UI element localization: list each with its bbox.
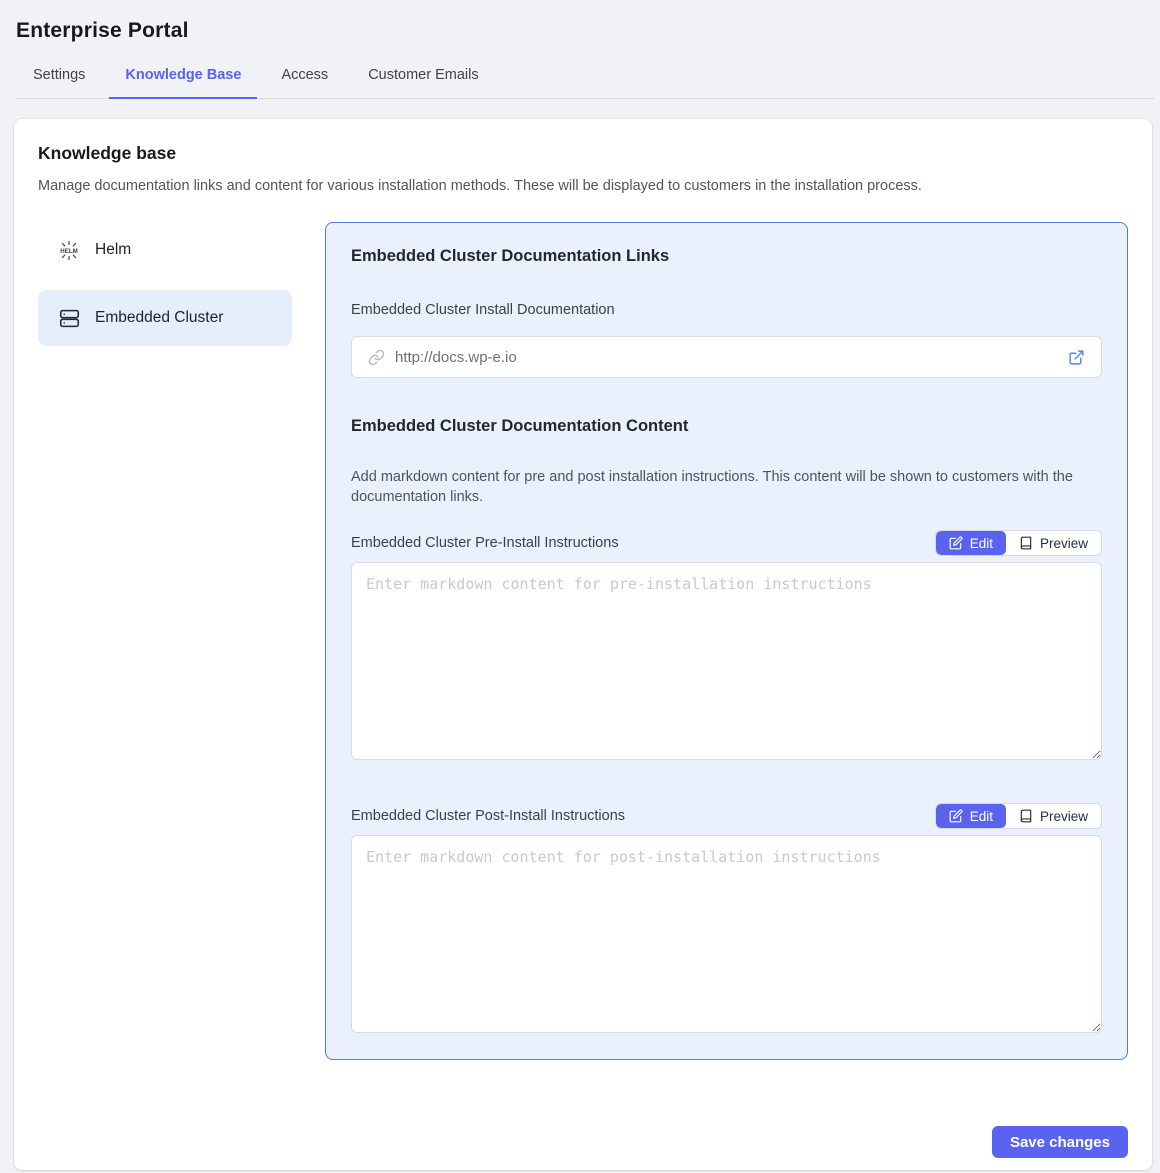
nav-item-label: Helm (95, 241, 131, 259)
save-changes-button[interactable]: Save changes (992, 1126, 1128, 1158)
section-title: Knowledge base (38, 143, 1128, 164)
open-external-link-button[interactable] (1066, 347, 1087, 368)
pre-install-mode-toggle: Edit Preview (935, 530, 1102, 556)
post-install-textarea[interactable] (351, 835, 1102, 1033)
tab-customer-emails[interactable]: Customer Emails (352, 57, 494, 99)
edit-button-label: Edit (970, 809, 993, 824)
pre-install-editor: Embedded Cluster Pre-Install Instruction… (351, 530, 1102, 765)
server-stack-icon (57, 308, 81, 329)
install-doc-url-input[interactable] (395, 349, 1066, 366)
install-doc-input-wrap (351, 336, 1102, 378)
link-icon (368, 349, 385, 366)
book-icon (1019, 536, 1033, 550)
post-install-label: Embedded Cluster Post-Install Instructio… (351, 808, 625, 829)
post-install-mode-toggle: Edit Preview (935, 803, 1102, 829)
tab-bar: Settings Knowledge Base Access Customer … (16, 57, 1154, 99)
tab-knowledge-base[interactable]: Knowledge Base (109, 57, 257, 99)
knowledge-base-card: Knowledge base Manage documentation link… (14, 119, 1152, 1170)
edit-icon (949, 536, 963, 550)
tab-settings[interactable]: Settings (17, 57, 101, 99)
install-method-nav: HELM Helm Embedded Cluster (38, 222, 292, 1060)
install-doc-label: Embedded Cluster Install Documentation (351, 302, 1102, 318)
post-install-editor: Embedded Cluster Post-Install Instructio… (351, 803, 1102, 1038)
edit-icon (949, 809, 963, 823)
documentation-content-heading: Embedded Cluster Documentation Content (351, 417, 1102, 436)
edit-button-label: Edit (970, 536, 993, 551)
page-title: Enterprise Portal (16, 19, 1160, 43)
external-link-icon (1068, 349, 1085, 366)
preview-button[interactable]: Preview (1006, 531, 1101, 555)
section-description: Manage documentation links and content f… (38, 178, 1128, 195)
preview-button-label: Preview (1040, 809, 1088, 824)
nav-item-label: Embedded Cluster (95, 309, 223, 327)
book-icon (1019, 809, 1033, 823)
tab-access[interactable]: Access (265, 57, 344, 99)
edit-button[interactable]: Edit (936, 804, 1006, 828)
helm-icon: HELM (57, 239, 81, 262)
preview-button[interactable]: Preview (1006, 804, 1101, 828)
preview-button-label: Preview (1040, 536, 1088, 551)
edit-button[interactable]: Edit (936, 531, 1006, 555)
documentation-links-heading: Embedded Cluster Documentation Links (351, 247, 1102, 266)
app-header: Enterprise Portal (0, 0, 1160, 43)
svg-text:HELM: HELM (60, 248, 78, 255)
nav-item-embedded-cluster[interactable]: Embedded Cluster (38, 290, 292, 346)
embedded-cluster-panel: Embedded Cluster Documentation Links Emb… (325, 222, 1128, 1060)
nav-item-helm[interactable]: HELM Helm (38, 222, 292, 278)
pre-install-label: Embedded Cluster Pre-Install Instruction… (351, 535, 619, 556)
documentation-content-description: Add markdown content for pre and post in… (351, 467, 1102, 507)
pre-install-textarea[interactable] (351, 562, 1102, 760)
